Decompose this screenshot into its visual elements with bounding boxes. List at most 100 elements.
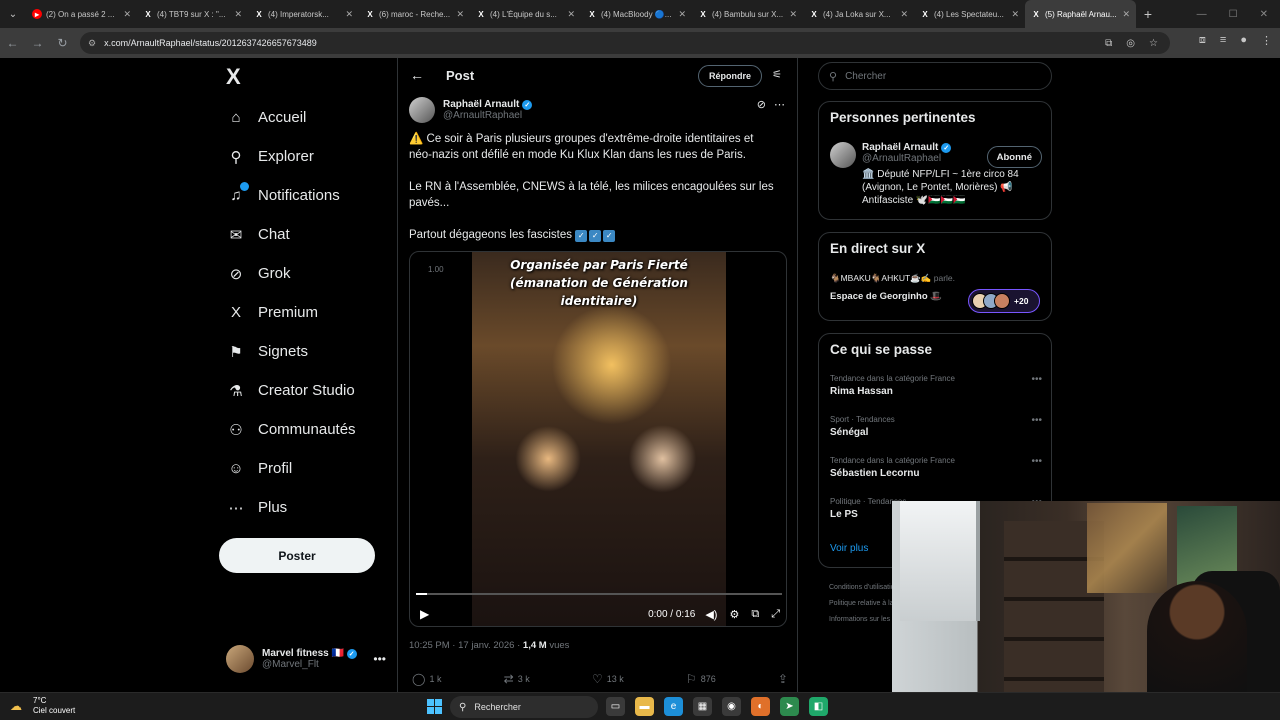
star-icon[interactable]: ☆ [1149, 38, 1158, 49]
nav-item-creator-studio[interactable]: ⚗ Creator Studio [226, 371, 396, 410]
tab-close-icon[interactable]: ✕ [456, 9, 464, 20]
trend-item[interactable]: Tendance dans la catégorie France Rima Ha… [830, 374, 1042, 397]
new-tab-button[interactable]: + [1136, 6, 1160, 22]
account-switcher[interactable]: Marvel fitness 🇫🇷 ✓ @Marvel_Flt ••• [226, 643, 386, 675]
person-name[interactable]: Raphaël Arnault [862, 142, 938, 153]
browser-tab[interactable]: X (4) Ja Loka sur X... ✕ [803, 0, 914, 28]
more-icon[interactable]: ⋯ [774, 98, 785, 111]
fullscreen-icon[interactable]: ⤢ [771, 608, 780, 621]
close-window-icon[interactable]: ✕ [1260, 9, 1268, 20]
space-name[interactable]: Espace de Georginho 🎩 [830, 291, 942, 302]
tab-close-icon[interactable]: ✕ [678, 9, 686, 20]
trend-item[interactable]: Tendance dans la catégorie France Sébasti… [830, 456, 1042, 479]
maximize-icon[interactable]: ☐ [1229, 9, 1238, 20]
tab-close-icon[interactable]: ✕ [1122, 9, 1130, 20]
firefox-icon[interactable]: ◐ [751, 697, 770, 716]
play-icon[interactable]: ▶ [420, 607, 429, 621]
reload-icon[interactable]: ↻ [50, 36, 75, 50]
chrome-icon[interactable]: ◉ [722, 697, 741, 716]
nav-item-communities[interactable]: ⚇ Communautés [226, 410, 396, 449]
profile-icon[interactable]: ● [1240, 34, 1247, 47]
app-icon[interactable]: ◧ [809, 697, 828, 716]
nav-item-profile[interactable]: ☺ Profil [226, 449, 396, 488]
search-input[interactable]: ⚲ Chercher [818, 62, 1052, 90]
tab-close-icon[interactable]: ✕ [345, 9, 353, 20]
more-icon[interactable]: ••• [1031, 374, 1042, 385]
forward-icon[interactable]: → [25, 36, 50, 50]
author-handle[interactable]: @ArnaultRaphael [443, 110, 532, 121]
like-action[interactable]: ♡ 13 k [592, 672, 624, 686]
tab-close-icon[interactable]: ✕ [1011, 9, 1019, 20]
browser-tab[interactable]: X (5) Raphaël Arnau... ✕ [1025, 0, 1136, 28]
live-card[interactable]: En direct sur X 🐐MBAKU🐐AHKUT☕✍ parle. Es… [818, 232, 1052, 321]
video-progress-bar[interactable] [416, 593, 782, 595]
more-icon[interactable]: ••• [1031, 415, 1042, 426]
author-avatar[interactable] [409, 97, 435, 123]
url-field[interactable]: ⚙ x.com/ArnaultRaphael/status/2012637426… [80, 32, 1170, 54]
browser-menu-icon[interactable]: ⋮ [1261, 34, 1272, 47]
pip-icon[interactable]: ⧉ [751, 608, 759, 621]
tab-search-chevron-icon[interactable]: ⌄ [0, 0, 26, 28]
reply-action[interactable]: ◯ 1 k [412, 672, 441, 686]
browser-tab[interactable]: X (4) MacBloody 🔵... ✕ [581, 0, 692, 28]
x-logo-icon[interactable]: X [226, 64, 248, 89]
more-icon[interactable]: ••• [1031, 456, 1042, 467]
back-arrow-icon[interactable]: ← [410, 67, 424, 83]
tab-close-icon[interactable]: ✕ [789, 9, 797, 20]
post-time[interactable]: 10:25 PM [409, 640, 450, 651]
media-controls-icon[interactable]: ≡ [1220, 34, 1226, 47]
tab-close-icon[interactable]: ✕ [567, 9, 575, 20]
browser-tab[interactable]: X (4) Les Spectateu... ✕ [914, 0, 1025, 28]
task-view-icon[interactable]: ▭ [606, 697, 625, 716]
nav-item-more-circle[interactable]: ⋯ Plus [226, 488, 396, 527]
site-info-icon[interactable]: ⚙ [88, 38, 96, 49]
nav-item-bell[interactable]: ♫ Notifications [226, 176, 396, 215]
bookmark-action[interactable]: ⚐ 876 [686, 672, 716, 686]
minimize-icon[interactable]: — [1197, 9, 1207, 20]
file-explorer-icon[interactable]: ▬ [635, 697, 654, 716]
tab-close-icon[interactable]: ✕ [900, 9, 908, 20]
browser-tab[interactable]: X (4) L'Équipe du s... ✕ [470, 0, 581, 28]
taskbar-search[interactable]: ⚲ Rechercher [450, 696, 598, 718]
back-icon[interactable]: ← [0, 36, 25, 50]
weather-widget[interactable]: ☁ 7°C Ciel couvert [10, 696, 75, 716]
more-icon[interactable]: ••• [373, 652, 386, 666]
volume-icon[interactable]: ◀) [705, 608, 717, 621]
author-name[interactable]: Raphaël Arnault [443, 99, 519, 110]
windows-start-icon[interactable] [427, 699, 442, 714]
listener-avatars[interactable]: +20 [968, 289, 1040, 313]
footer-link[interactable]: Conditions d'utilisation [829, 580, 899, 596]
person-avatar[interactable] [830, 142, 856, 168]
reply-button[interactable]: Répondre [697, 65, 762, 87]
edge-icon[interactable]: e [664, 697, 683, 716]
browser-tab[interactable]: X (4) TBT9 sur X : "... ✕ [137, 0, 248, 28]
tab-close-icon[interactable]: ✕ [234, 9, 242, 20]
install-app-icon[interactable]: ⧉ [1105, 38, 1112, 49]
app-icon[interactable]: ➤ [780, 697, 799, 716]
lens-icon[interactable]: ◎ [1126, 38, 1135, 49]
nav-item-search[interactable]: ⚲ Explorer [226, 137, 396, 176]
follow-button[interactable]: Abonné [986, 146, 1042, 168]
footer-link[interactable]: Informations sur les [829, 612, 899, 628]
relevant-person[interactable]: Raphaël Arnault ✓ @ArnaultRaphael 🏛️ Dép… [830, 142, 1042, 207]
post-button[interactable]: Poster [219, 538, 375, 573]
settings-sliders-icon[interactable]: ⚟ [772, 68, 782, 81]
browser-tab[interactable]: X (4) Bambulu sur X... ✕ [692, 0, 803, 28]
post-date[interactable]: 17 janv. 2026 [458, 640, 514, 651]
nav-item-bookmark[interactable]: ⚑ Signets [226, 332, 396, 371]
browser-tab[interactable]: ▸ (2) On a passé 2 ... ✕ [26, 0, 137, 28]
nav-item-mail[interactable]: ✉ Chat [226, 215, 396, 254]
nav-item-home[interactable]: ⌂ Accueil [226, 98, 396, 137]
grok-icon[interactable]: ⊘ [757, 98, 766, 111]
repost-action[interactable]: ⇄ 3 k [504, 672, 530, 686]
browser-tab[interactable]: X (4) Imperatorsk... ✕ [248, 0, 359, 28]
footer-link[interactable]: Politique relative à la [829, 596, 899, 612]
trend-item[interactable]: Sport · Tendances Sénégal ••• [830, 415, 1042, 438]
browser-tab[interactable]: X (6) maroc - Reche... ✕ [359, 0, 470, 28]
tab-close-icon[interactable]: ✕ [123, 9, 131, 20]
share-action[interactable]: ⇪ [778, 672, 788, 686]
see-more-link[interactable]: Voir plus [830, 543, 868, 554]
settings-gear-icon[interactable]: ⚙ [729, 608, 739, 621]
extensions-icon[interactable]: ⧈ [1199, 34, 1206, 47]
nav-item-x-premium[interactable]: X Premium [226, 293, 396, 332]
